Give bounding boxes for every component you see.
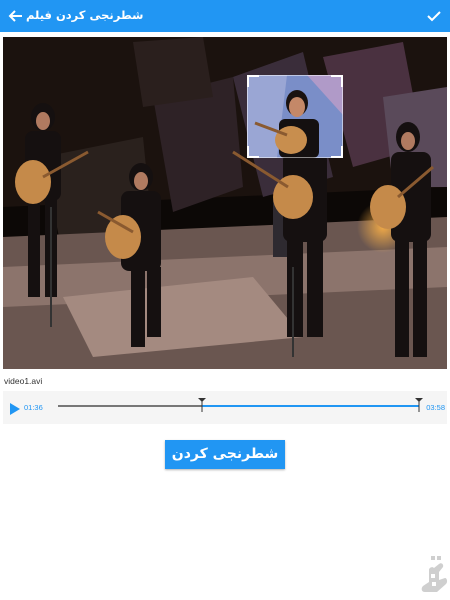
trim-end-handle[interactable] <box>415 397 423 412</box>
time-start: 01:36 <box>24 403 43 412</box>
arrow-left-icon[interactable] <box>7 7 25 25</box>
video-frame <box>3 37 447 369</box>
check-icon[interactable] <box>425 7 443 25</box>
timeline-selection <box>202 405 419 407</box>
page-title: شطرنجی کردن فیلم <box>26 8 144 22</box>
trim-player: 01:36 03:58 <box>3 391 447 424</box>
video-preview <box>3 37 447 369</box>
crop-region[interactable] <box>247 75 343 158</box>
crop-corner-handles[interactable] <box>247 75 343 158</box>
timeline-track[interactable] <box>58 398 423 412</box>
logo-icon <box>419 552 449 596</box>
trim-start-handle[interactable] <box>198 397 207 412</box>
play-icon[interactable] <box>7 401 21 415</box>
pixelate-button[interactable]: شطرنجی کردن <box>165 440 285 469</box>
time-end: 03:58 <box>426 403 445 412</box>
video-filename: video1.avi <box>4 376 43 386</box>
app-bar: شطرنجی کردن فیلم <box>0 0 450 32</box>
